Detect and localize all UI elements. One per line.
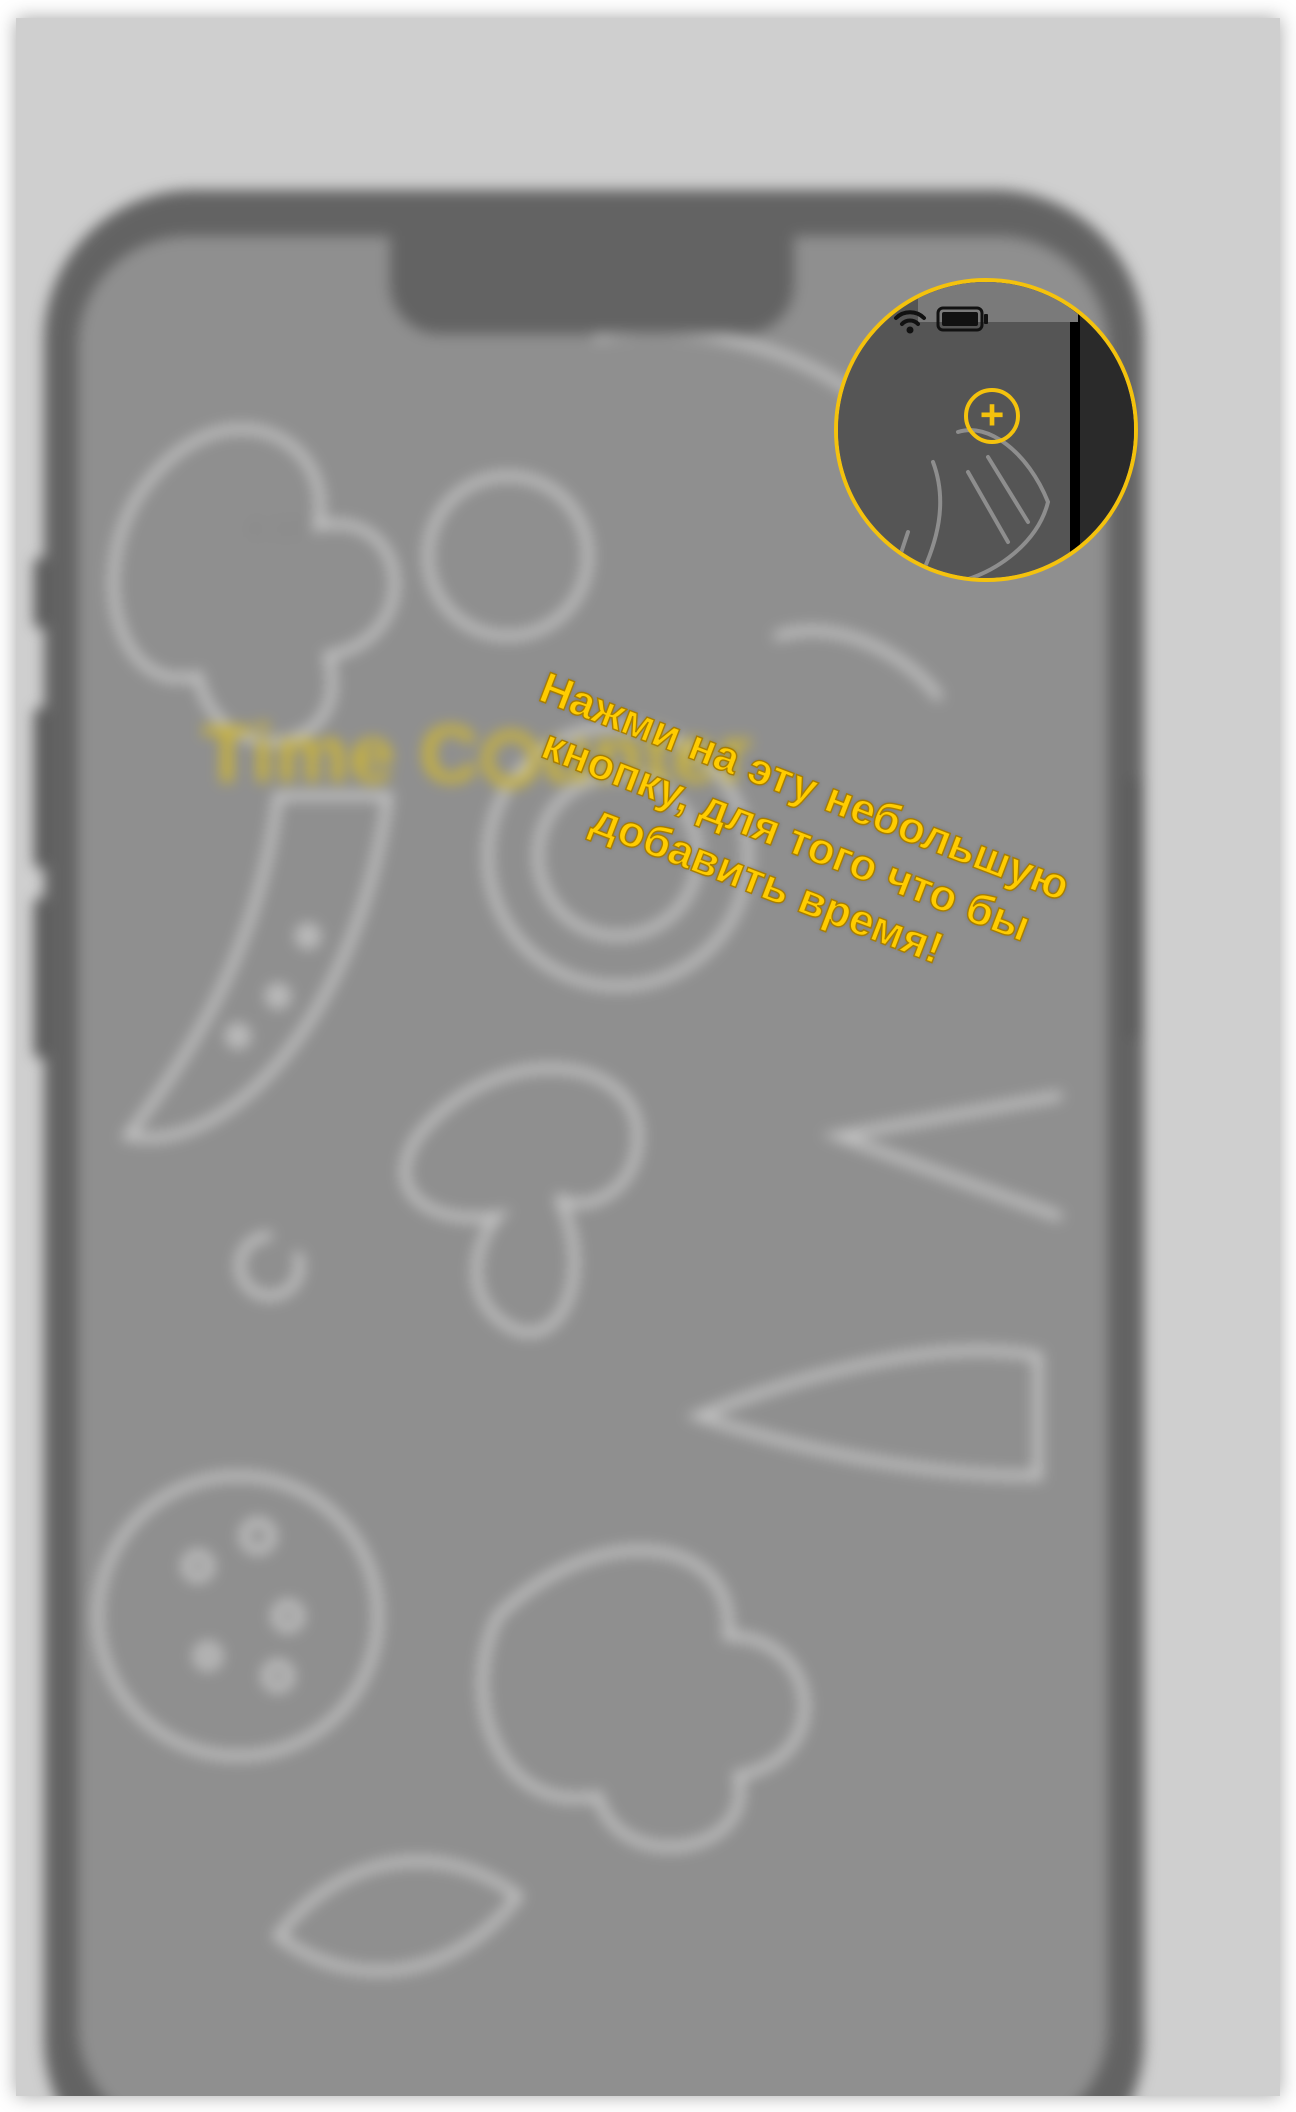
app-logo-text-start: Time C [202, 709, 480, 800]
notch [390, 236, 794, 334]
status-bar-time: 4:10 [246, 512, 307, 545]
tutorial-screenshot: 4:10 Time Cunter Нажми на эту небольшую … [16, 18, 1280, 2096]
silent-switch [34, 558, 48, 628]
volume-down-button [34, 898, 48, 1058]
plus-icon: + [979, 391, 1005, 438]
add-time-button[interactable]: + [964, 388, 1020, 444]
magnifier-lens: + [834, 278, 1138, 582]
volume-up-button [34, 708, 48, 868]
